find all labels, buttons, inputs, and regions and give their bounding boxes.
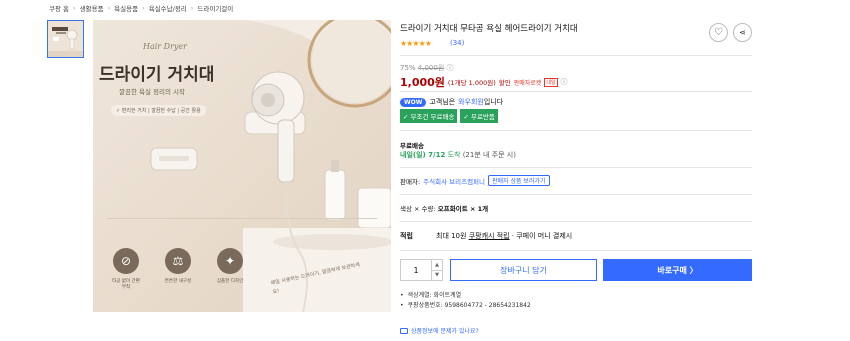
reward-text: 최대 10원 [436,232,467,240]
info-item: 색상계열: 화이트계열 [400,291,531,301]
sale-price: 1,000원 [400,76,445,89]
product-thumbnail[interactable] [47,20,84,58]
divider [400,167,752,168]
divider [400,221,752,222]
quantity-up-icon[interactable]: ▲ [432,260,442,270]
reward-row: 적립 최대 10원 쿠팡캐시 적립 · 쿠페이 머니 결제시 [400,231,572,241]
free-shipping-badge: ✓ 무조건 무료배송 [400,109,458,123]
breadcrumb-home[interactable]: 쿠팡 홈 [49,3,69,13]
divider [400,194,752,195]
wow-membership-row: WOW 고객님은 와우회원 입니다 [400,97,503,107]
delivery-date-row: 내일(일) 7/12 도착 (21분 내 주문 시) [400,150,516,160]
seller-rocket-label: 판매자로켓 [513,79,542,87]
sparkle-icon: ✦ [217,248,243,274]
add-to-cart-button[interactable]: 장바구니 담기 [450,259,597,281]
review-count-link[interactable]: (34) [450,39,464,47]
breadcrumb: 쿠팡 홈 › 생활용품 › 욕실용품 › 욕실수납/정리 › 드라이기걸이 [49,3,234,13]
seller-products-button[interactable]: 판매자 상품 보러가기 [488,175,550,186]
free-return-badge: ✓ 무료반품 [460,109,498,123]
product-main-image: Hair Dryer 드라이기 거치대 깔끔한 욕실 정리의 시작 ✓ 편리한 … [93,20,391,312]
seller-rocket-tag: 내일 [544,77,558,87]
hero-headline: 드라이기 거치대 [99,65,215,85]
report-problem-text[interactable]: 상품정보에 문제가 있나요? [411,326,479,335]
divider [400,250,752,251]
wow-member-link[interactable]: 와우회원 [458,97,484,107]
unit-price: (1개당 1,000원) [447,79,496,87]
hero-script-text: Hair Dryer [143,42,187,51]
seller-row: 판매자: 주식회사 브리즈컴퍼니 판매자 상품 보러가기 [400,175,550,186]
heart-icon: ♡ [714,27,723,38]
price-row: 1,000원 (1개당 1,000원) 할인 판매자로켓 내일 ⓘ [400,74,568,90]
info-item: 쿠팡상품번호: 9598604772 - 28654231842 [400,301,531,311]
quantity-input[interactable]: 1 [401,260,431,280]
original-price: 4,000원 [417,64,445,72]
wow-badge: WOW [400,97,427,107]
info-icon[interactable]: ⓘ [447,64,454,72]
seller-label: 판매자: [400,177,421,186]
info-icon[interactable]: ⓘ [561,77,568,87]
wishlist-button[interactable]: ♡ [709,23,728,42]
wow-suffix: 입니다 [483,98,504,106]
hero-feature: ⊘ 타공 없이 간편 부착 [111,248,141,291]
breadcrumb-item[interactable]: 욕실수납/정리 [149,3,187,13]
hero-feature: ⚖ 튼튼한 내구성 [163,248,193,291]
divider [400,91,752,92]
no-drill-icon: ⊘ [113,248,139,274]
sale-label: 할인 [498,79,511,87]
option-label: 색상 × 수량: [400,205,436,213]
rating-stars: ★★★★★ [400,39,432,48]
coupang-cash-link[interactable]: 쿠팡캐시 적립 [469,232,510,240]
breadcrumb-item[interactable]: 드라이기걸이 [197,3,233,13]
quantity-down-icon[interactable]: ▼ [432,269,442,281]
flag-icon [400,327,408,334]
hero-subline: 깔끔한 욕실 정리의 시작 [119,88,185,96]
quantity-stepper: 1 ▲ ▼ [400,259,443,281]
delivery-label: 무료배송 [400,142,424,150]
wow-text: 고객님은 [429,98,456,106]
shipping-badges: ✓ 무조건 무료배송 ✓ 무료반품 [400,109,498,123]
delivery-arrive: 도착 [447,151,461,159]
reward-suffix: · 쿠페이 머니 결제시 [511,232,573,240]
buy-now-button[interactable]: 바로구매 〉 [603,259,752,281]
discount-row: 75% 4,000원 ⓘ [400,63,454,73]
breadcrumb-item[interactable]: 욕실용품 [114,3,138,13]
weight-icon: ⚖ [165,248,191,274]
breadcrumb-item[interactable]: 생활용품 [80,3,104,13]
reward-label: 적립 [400,232,413,240]
product-info-list: 색상계열: 화이트계열 쿠팡상품번호: 9598604772 - 2865423… [400,291,531,311]
product-title: 드라이기 거치대 무타공 욕실 헤어드라이기 거치대 [400,24,578,34]
hero-feature: ✦ 심플한 디자인 [215,248,245,291]
report-problem-link[interactable]: 상품정보에 문제가 있나요? [400,326,479,335]
option-row: 색상 × 수량: 오프화이트 × 1개 [400,203,488,213]
divider [400,55,752,56]
option-value: 오프화이트 × 1개 [437,205,489,213]
share-icon: ⋖ [739,28,746,37]
hero-feature-row: ⊘ 타공 없이 간편 부착 ⚖ 튼튼한 내구성 ✦ 심플한 디자인 [111,248,245,291]
divider [400,130,752,131]
delivery-cutoff: (21분 내 주문 시) [462,151,516,159]
discount-rate: 75% [400,64,416,72]
seller-name-link[interactable]: 주식회사 브리즈컴퍼니 [423,176,485,186]
share-button[interactable]: ⋖ [733,23,752,42]
hero-chips: ✓ 편리한 거치 | 깔끔한 수납 | 공간 활용 [111,105,206,116]
delivery-date: 내일(일) 7/12 [400,151,446,159]
